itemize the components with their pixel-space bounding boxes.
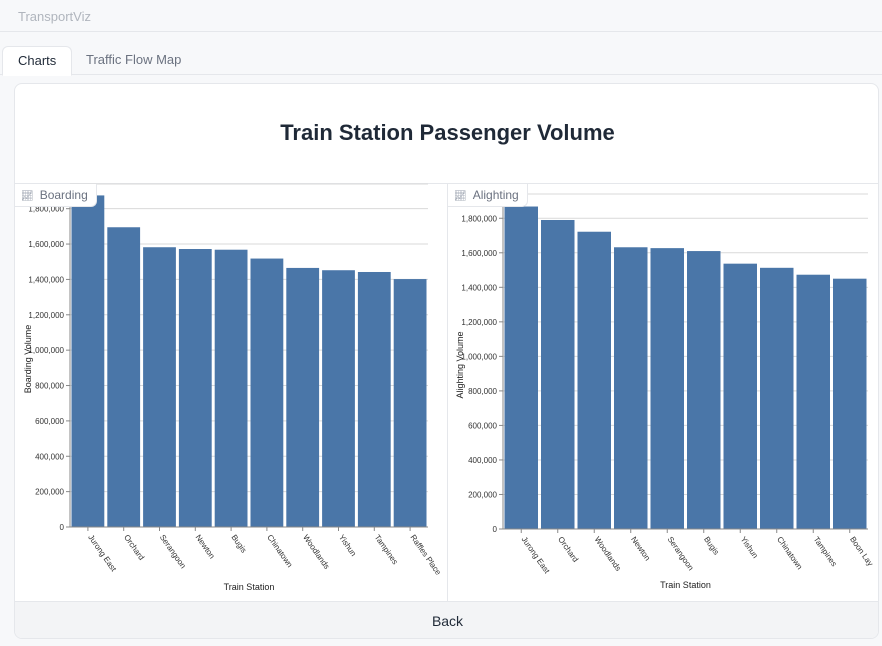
y-axis-title: Alighting Volume <box>455 331 465 398</box>
tab-bar: Charts Traffic Flow Map <box>0 46 882 76</box>
x-tick-label: Serangoon <box>666 535 696 572</box>
bar <box>833 278 867 529</box>
x-axis-title: Train Station <box>660 580 711 590</box>
bar <box>723 263 757 529</box>
app-title: TransportViz <box>18 9 91 24</box>
alighting-label-text: Alighting <box>472 188 519 202</box>
alighting-chart-label: 📈︎ Alighting <box>448 184 528 207</box>
y-tick-label: 1,000,000 <box>461 352 497 361</box>
bar <box>687 251 721 529</box>
bar <box>760 267 794 529</box>
bar <box>614 247 648 529</box>
x-tick-label: Boon Lay <box>848 535 875 568</box>
charts-panel: Train Station Passenger Volume 0 200,000 4… <box>14 83 879 639</box>
boarding-label-text: Boarding <box>39 188 88 202</box>
y-tick-label: 600,000 <box>468 421 497 430</box>
x-tick-label: Jurong East <box>520 535 552 576</box>
chart-icon: 📈︎ <box>454 191 467 202</box>
x-tick-label: Chinatown <box>775 535 804 571</box>
y-tick-label: 200,000 <box>468 490 497 499</box>
tab-charts[interactable]: Charts <box>2 46 73 76</box>
bar <box>650 248 684 529</box>
boarding-chart-label: 📈︎ Boarding <box>15 184 97 207</box>
y-tick-label: 1,800,000 <box>461 214 497 223</box>
back-button[interactable]: Back <box>15 601 878 638</box>
bar <box>577 231 611 529</box>
y-tick-label: 400,000 <box>468 456 497 465</box>
x-tick-label: Yishun <box>739 535 760 560</box>
y-tick-label: 1,600,000 <box>461 249 497 258</box>
bar <box>504 206 538 529</box>
tab-traffic-flow-map[interactable]: Traffic Flow Map <box>71 46 196 74</box>
top-bar: TransportViz <box>0 0 882 32</box>
bar <box>541 219 575 529</box>
y-tick-label: 1,200,000 <box>461 318 497 327</box>
x-tick-label: Orchard <box>556 535 580 564</box>
x-tick-label: Bugis <box>702 535 721 557</box>
x-tick-label: Newton <box>629 535 652 562</box>
x-tick-label: Tampines <box>812 535 839 568</box>
chart-icon: 📈︎ <box>21 191 34 202</box>
bar <box>796 274 830 529</box>
y-tick-label: 800,000 <box>468 387 497 396</box>
y-tick-label: 1,400,000 <box>461 283 497 292</box>
y-tick-label: 0 <box>493 525 498 534</box>
alighting-chart: 0 200,000 400,000 600,000 800,000 1,000,000 1,… <box>455 193 875 590</box>
x-tick-label: Woodlands <box>593 535 623 573</box>
